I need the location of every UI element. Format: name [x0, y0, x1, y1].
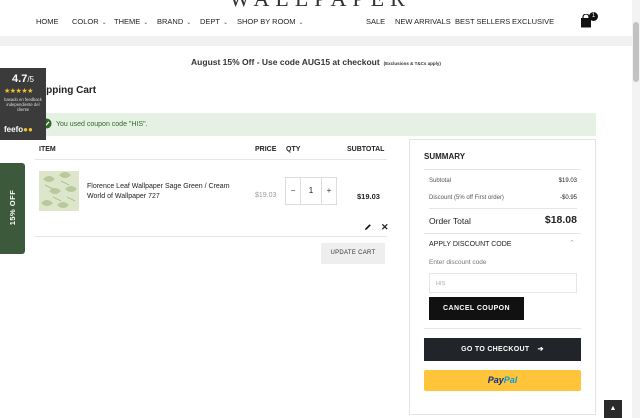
product-price: $19.03	[255, 192, 277, 199]
order-total-row: Order Total $18.08	[429, 214, 577, 226]
leaf-pattern-image	[39, 171, 79, 211]
column-header-price: PRICE	[255, 146, 277, 153]
go-to-checkout-button[interactable]: GO TO CHECKOUT ➔	[424, 338, 581, 361]
nav-label: BEST SELLERS	[455, 17, 511, 26]
feefo-rating-badge[interactable]: 4.7/5 ★★★★★ basado en feedback independi…	[0, 68, 46, 140]
product-name-link[interactable]: Florence Leaf Wallpaper Sage Green / Cre…	[87, 182, 247, 202]
paypal-logo-pal: Pal	[503, 375, 518, 385]
subtotal-label: Subtotal	[429, 178, 452, 184]
nav-color[interactable]: COLOR ⌄	[72, 17, 107, 26]
page-scrollbar[interactable]	[632, 0, 640, 418]
order-summary-panel: SUMMARY Subtotal $19.03 Discount (5% off…	[409, 139, 596, 415]
nav-label: DEPT	[200, 17, 221, 26]
nav-label: COLOR	[72, 17, 99, 26]
chevron-down-icon: ⌄	[101, 20, 107, 26]
nav-best-sellers[interactable]: BEST SELLERS	[455, 17, 510, 26]
cart-count-badge: 1	[589, 12, 598, 21]
discount-label: Discount (5% off First order)	[429, 195, 504, 201]
cancel-coupon-button[interactable]: CANCEL COUPON	[429, 297, 524, 320]
apply-discount-toggle[interactable]: APPLY DISCOUNT CODE	[429, 241, 511, 248]
order-total-label: Order Total	[429, 216, 471, 226]
nav-dept[interactable]: DEPT ⌄	[200, 17, 228, 26]
column-header-item: ITEM	[39, 146, 56, 153]
nav-theme[interactable]: THEME ⌄	[114, 17, 148, 26]
nav-label: THEME	[114, 17, 141, 26]
discount-value: -$0.95	[559, 195, 577, 201]
chevron-down-icon: ⌄	[186, 20, 192, 26]
header-divider-band	[0, 36, 632, 46]
increase-qty-button[interactable]: +	[322, 178, 336, 204]
product-thumbnail[interactable]	[39, 171, 79, 211]
discount-code-label: Enter discount code	[429, 259, 487, 266]
chevron-down-icon: ⌄	[298, 20, 304, 26]
chevron-up-icon: ▲	[609, 405, 617, 412]
nav-exclusive[interactable]: EXCLUSIVE	[512, 17, 554, 26]
feefo-logo-text: feefo	[4, 125, 24, 134]
paypal-button[interactable]: PayPal	[424, 370, 581, 391]
decrease-qty-button[interactable]: −	[286, 178, 300, 204]
promo-text: August 15% Off - Use code AUG15 at check…	[191, 57, 380, 67]
nav-label: HOME	[36, 17, 59, 26]
arrow-right-icon: ➔	[537, 346, 544, 353]
scrollbar-thumb[interactable]	[633, 22, 639, 82]
coupon-message-text: You used coupon code "HIS".	[56, 121, 148, 128]
star-rating-icon: ★★★★★	[4, 88, 33, 95]
subtotal-row: Subtotal $19.03	[429, 178, 577, 184]
site-logo[interactable]: WALLPAPER	[0, 0, 640, 12]
feefo-logo: feefo●●	[4, 125, 33, 134]
scroll-to-top-button[interactable]: ▲	[604, 400, 622, 418]
nav-label: EXCLUSIVE	[512, 17, 555, 26]
divider	[424, 328, 581, 329]
order-total-value: $18.08	[544, 214, 577, 226]
quantity-stepper: − 1 +	[285, 177, 337, 205]
line-subtotal: $19.03	[357, 192, 380, 201]
rating-score: 4.7/5	[0, 73, 46, 85]
feefo-eyes-icon: ●●	[23, 125, 33, 134]
discount-side-tab[interactable]: 15% OFF	[0, 163, 25, 254]
discount-row: Discount (5% off First order) -$0.95	[429, 195, 577, 201]
nav-label: BRAND	[157, 17, 184, 26]
main-navigation: HOME COLOR ⌄ THEME ⌄ BRAND ⌄ DEPT ⌄ SHOP BY …	[0, 12, 632, 32]
update-cart-button[interactable]: UPDATE CART	[321, 243, 385, 264]
side-tab-label: 15% OFF	[8, 189, 17, 226]
chevron-down-icon: ⌄	[143, 20, 149, 26]
promo-banner: August 15% Off - Use code AUG15 at check…	[0, 57, 632, 67]
coupon-success-message: You used coupon code "HIS".	[35, 113, 596, 136]
nav-sale[interactable]: SALE	[366, 17, 385, 26]
discount-code-input[interactable]: HIS	[429, 273, 577, 293]
rating-out-of: /5	[27, 75, 34, 84]
paypal-logo-pay: Pay	[487, 375, 504, 385]
rating-value: 4.7	[12, 73, 28, 85]
chevron-up-icon[interactable]: ⌃	[569, 239, 575, 247]
nav-home[interactable]: HOME	[36, 17, 59, 26]
chevron-down-icon: ⌄	[223, 20, 229, 26]
nav-new-arrivals[interactable]: NEW ARRIVALS	[395, 17, 451, 26]
pencil-edit-icon[interactable]	[364, 223, 372, 231]
feefo-caption: basado en feedback independiente del cli…	[4, 97, 42, 112]
divider	[424, 169, 581, 170]
nav-label: SHOP BY ROOM	[237, 17, 296, 26]
quantity-input[interactable]: 1	[300, 178, 322, 204]
subtotal-value: $19.03	[558, 178, 577, 184]
column-header-subtotal: SUBTOTAL	[347, 146, 385, 153]
nav-label: SALE	[366, 17, 386, 26]
nav-shop-by-room[interactable]: SHOP BY ROOM ⌄	[237, 17, 304, 26]
close-remove-icon[interactable]: ✕	[381, 222, 389, 233]
divider	[429, 208, 577, 209]
nav-label: NEW ARRIVALS	[395, 17, 451, 26]
nav-brand[interactable]: BRAND ⌄	[157, 17, 191, 26]
checkout-label: GO TO CHECKOUT	[461, 346, 530, 353]
column-header-qty: QTY	[286, 146, 301, 153]
divider	[424, 233, 581, 234]
divider	[35, 159, 387, 160]
page-title: opping Cart	[40, 85, 97, 96]
promo-fine-print: (Exclusions & T&Cs apply)	[383, 61, 441, 66]
summary-title: SUMMARY	[424, 152, 466, 161]
divider	[35, 236, 387, 237]
